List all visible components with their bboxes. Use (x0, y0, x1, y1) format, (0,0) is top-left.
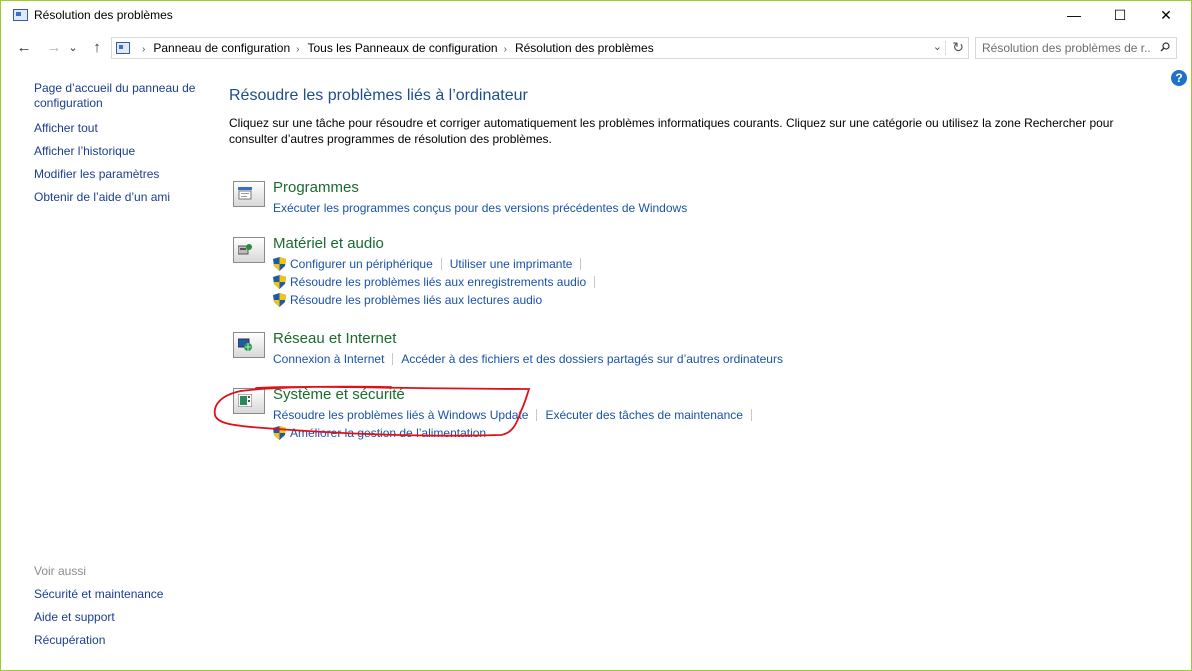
link-run-legacy-programs[interactable]: Exécuter les programmes conçus pour des … (273, 201, 687, 215)
control-panel-icon (116, 42, 130, 54)
link-run-maintenance-tasks[interactable]: Exécuter des tâches de maintenance (545, 408, 742, 422)
address-divider (945, 41, 946, 55)
link-divider (440, 258, 442, 270)
breadcrumb-separator[interactable]: › (296, 44, 299, 55)
sidebar-link-view-all[interactable]: Afficher tout (34, 121, 204, 136)
red-annotation-circle (213, 385, 531, 437)
link-divider (750, 409, 752, 421)
sidebar: Page d’accueil du panneau de configurati… (34, 81, 204, 213)
link-internet-connection[interactable]: Connexion à Internet (273, 352, 384, 366)
uac-shield-icon (273, 275, 286, 289)
sidebar-link-get-help-from-friend[interactable]: Obtenir de l’aide d’un ami (34, 190, 204, 205)
search-icon[interactable] (1160, 42, 1170, 52)
main-content: Résoudre les problèmes liés à l’ordinate… (229, 87, 1169, 147)
up-button[interactable]: ↑ (86, 37, 108, 59)
address-dropdown-button[interactable]: ⌄ (933, 40, 942, 53)
refresh-button[interactable]: ↻ (952, 39, 964, 56)
maximize-button[interactable]: ☐ (1097, 1, 1143, 31)
breadcrumb: › Panneau de configuration › Tous les Panne… (136, 41, 654, 55)
title-bar: Résolution des problèmes — ☐ ✕ (1, 1, 1191, 31)
forward-button[interactable]: → (43, 37, 65, 59)
sidebar-link-view-history[interactable]: Afficher l’historique (34, 144, 204, 159)
see-also-help-support[interactable]: Aide et support (34, 610, 204, 625)
link-divider (580, 258, 582, 270)
see-also-section: Voir aussi Sécurité et maintenance Aide … (34, 564, 204, 656)
see-also-recovery[interactable]: Récupération (34, 633, 204, 648)
back-button[interactable]: ← (13, 37, 35, 59)
breadcrumb-troubleshooting[interactable]: Résolution des problèmes (515, 41, 654, 55)
category-title-hardware-sound[interactable]: Matériel et audio (273, 235, 384, 252)
link-troubleshoot-audio-recording[interactable]: Résoudre les problèmes liés aux enregist… (290, 275, 586, 289)
recent-locations-button[interactable]: ⌄ (66, 37, 80, 59)
link-divider (392, 353, 394, 365)
uac-shield-icon (273, 293, 286, 307)
breadcrumb-separator[interactable]: › (504, 44, 507, 55)
address-box[interactable]: › Panneau de configuration › Tous les Panne… (111, 37, 969, 59)
see-also-heading: Voir aussi (34, 564, 87, 578)
link-troubleshoot-audio-playback[interactable]: Résoudre les problèmes liés aux lectures… (290, 293, 542, 307)
control-panel-icon (13, 9, 28, 21)
category-title-network-internet[interactable]: Réseau et Internet (273, 330, 396, 347)
hardware-sound-icon[interactable] (233, 237, 265, 263)
category-title-programs[interactable]: Programmes (273, 179, 359, 196)
link-configure-device[interactable]: Configurer un périphérique (290, 257, 433, 271)
help-icon[interactable]: ? (1171, 70, 1187, 86)
app-window: Résolution des problèmes — ☐ ✕ ← → ⌄ ↑ ›… (1, 1, 1191, 670)
search-input[interactable]: Résolution des problèmes de r... (975, 37, 1177, 59)
see-also-security-maintenance[interactable]: Sécurité et maintenance (34, 587, 204, 602)
link-divider (594, 276, 596, 288)
link-shared-folders[interactable]: Accéder à des fichiers et des dossiers p… (401, 352, 783, 366)
minimize-button[interactable]: — (1051, 1, 1097, 31)
search-placeholder: Résolution des problèmes de r... (982, 41, 1152, 55)
sidebar-link-control-panel-home[interactable]: Page d’accueil du panneau de configurati… (34, 81, 204, 111)
breadcrumb-control-panel[interactable]: Panneau de configuration (153, 41, 290, 55)
navigation-bar: ← → ⌄ ↑ › Panneau de configuration › Tous l… (1, 34, 1191, 62)
programs-icon[interactable] (233, 181, 265, 207)
page-title: Résoudre les problèmes liés à l’ordinate… (229, 87, 528, 104)
breadcrumb-separator: › (142, 44, 146, 55)
breadcrumb-all-control-panels[interactable]: Tous les Panneaux de configuration (307, 41, 497, 55)
link-use-printer[interactable]: Utiliser une imprimante (450, 257, 573, 271)
close-button[interactable]: ✕ (1143, 1, 1189, 31)
page-description: Cliquez sur une tâche pour résoudre et c… (229, 116, 1114, 146)
network-internet-icon[interactable] (233, 332, 265, 358)
window-title: Résolution des problèmes (34, 8, 173, 22)
sidebar-link-change-settings[interactable]: Modifier les paramètres (34, 167, 204, 182)
uac-shield-icon (273, 257, 286, 271)
